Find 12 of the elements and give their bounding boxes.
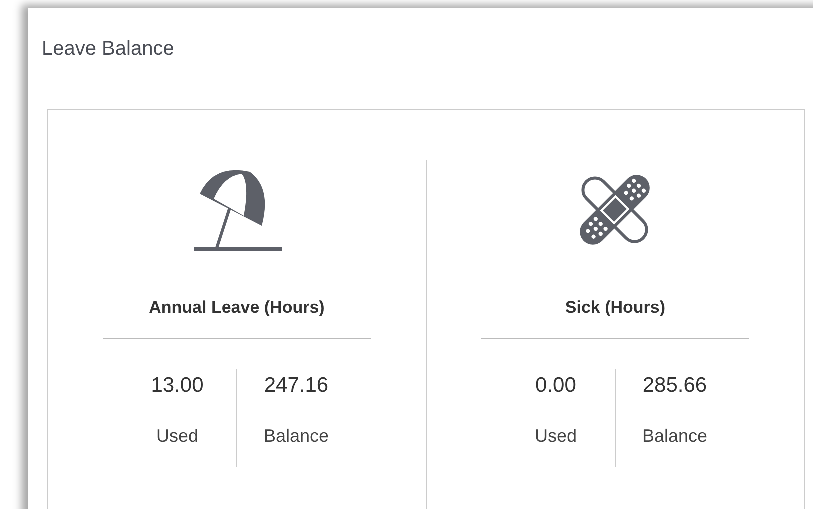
- panel-title: Leave Balance: [42, 38, 176, 61]
- hours-label: Used: [534, 426, 577, 448]
- beach-umbrella-icon: [192, 168, 282, 253]
- hours-label: Used: [156, 426, 198, 448]
- leave-type-heading: Sick (Hours): [481, 298, 750, 339]
- hours-value: 247.16: [264, 374, 329, 398]
- hours-label: Balance: [642, 426, 708, 448]
- leave-type-heading: Annual Leave (Hours): [102, 298, 371, 339]
- hours-value: 13.00: [151, 374, 204, 398]
- hours-value: 0.00: [536, 374, 576, 398]
- hours-value: 285.66: [642, 374, 708, 398]
- hours-label: Balance: [264, 426, 330, 448]
